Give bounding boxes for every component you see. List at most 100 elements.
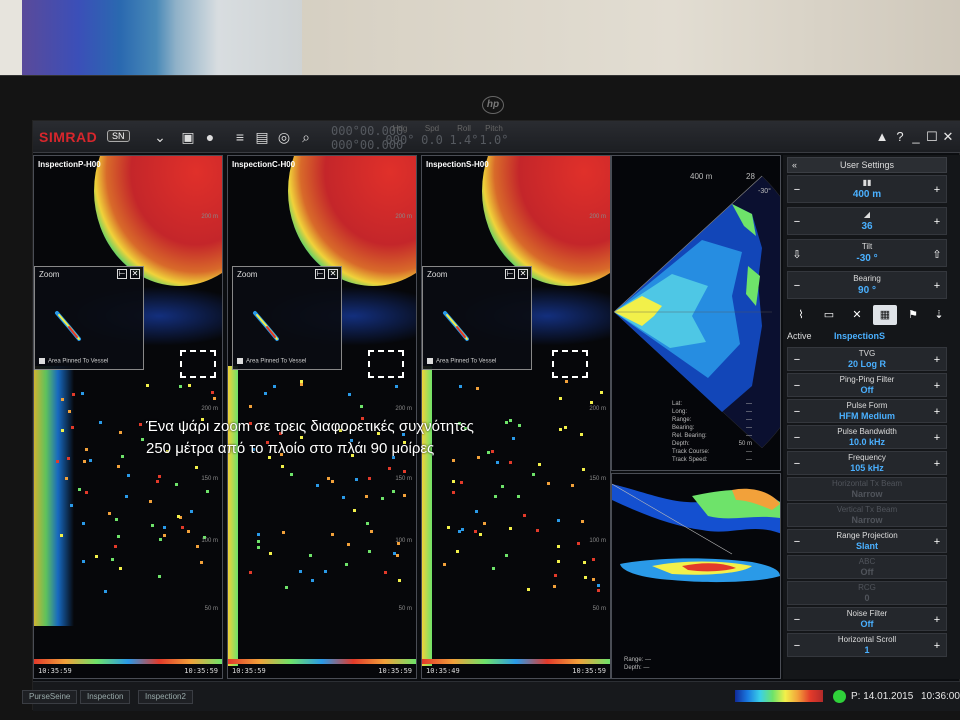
layout-tab-2[interactable]: Inspection	[80, 690, 131, 704]
setting-increase-button[interactable]: +	[930, 380, 944, 392]
area-pinned-label: Area Pinned To Vessel	[436, 359, 497, 365]
echo-speck	[459, 385, 462, 388]
setting-label: Ping-Ping Filter	[839, 375, 895, 384]
screenshot-icon[interactable]: ▣	[179, 128, 197, 146]
tab-layout-icon[interactable]: ▦	[873, 305, 897, 325]
sonar-info-row: Rel. Bearing: —	[672, 432, 752, 440]
top-toolbar: SIMRAD SN ⌄ ▣ ● ≡ ▤ ◎ ⌕ 000°00.000 000°00…	[33, 121, 960, 153]
range-increase-button[interactable]: +	[930, 184, 944, 196]
depth-tick: 200 m	[395, 406, 412, 412]
globe-icon[interactable]: ◎	[275, 128, 293, 146]
echo-speck	[269, 552, 272, 555]
echo-speck	[592, 558, 595, 561]
zoom-selection-box[interactable]	[368, 350, 404, 378]
setting-increase-button[interactable]: +	[930, 354, 944, 366]
echo-speck	[487, 451, 490, 454]
echo-speck	[584, 576, 587, 579]
echo-speck	[501, 485, 504, 488]
setting-increase-button[interactable]: +	[930, 614, 944, 626]
tab-beam-icon[interactable]: ⌇	[789, 305, 813, 325]
layout-tab-3[interactable]: Inspection2	[138, 690, 193, 704]
area-pinned-checkbox[interactable]: Area Pinned To Vessel	[427, 358, 496, 365]
zoom-selection-box[interactable]	[552, 350, 588, 378]
maximize-icon[interactable]: ☐	[925, 129, 939, 145]
echo-speck	[505, 421, 508, 424]
echogram-title: InspectionC-H00	[232, 160, 296, 169]
echo-speck	[582, 468, 585, 471]
info-key: Range:	[624, 657, 644, 663]
sounder-icon[interactable]: ≡	[231, 128, 249, 146]
status-date: P: 14.01.2015	[851, 691, 914, 702]
bearing-increase-button[interactable]: +	[930, 280, 944, 292]
setting-increase-button[interactable]: +	[930, 536, 944, 548]
echo-speck	[392, 490, 395, 493]
user-settings-header[interactable]: « User Settings	[787, 157, 947, 173]
readout-value: 000°	[385, 133, 415, 147]
setting-increase-button[interactable]: +	[930, 406, 944, 418]
sonar-fan-view[interactable]: 400 m 28 -30° Lat: — Long: — Range: — Bearing:…	[611, 155, 781, 471]
zoom-selection-box[interactable]	[180, 350, 216, 378]
zoom-window[interactable]: Zoom ⊢ ✕ Area Pinned To Vessel	[34, 266, 144, 370]
echo-speck	[509, 527, 512, 530]
layout-tab-1[interactable]: PurseSeine	[22, 690, 78, 704]
close-icon[interactable]: ✕	[941, 129, 955, 145]
echo-speck	[581, 520, 584, 523]
echo-speck	[360, 405, 363, 408]
echo-speck	[398, 579, 401, 582]
profile-info-row: Depth: —	[624, 664, 651, 672]
setting-increase-button[interactable]: +	[930, 432, 944, 444]
area-pinned-label: Area Pinned To Vessel	[48, 359, 109, 365]
setting-pulse-bandwidth: − Pulse Bandwidth 10.0 kHz +	[787, 425, 947, 449]
tab-display-icon[interactable]: ▭	[817, 305, 841, 325]
setting-increase-button[interactable]: +	[930, 640, 944, 652]
record-icon[interactable]: ●	[201, 128, 219, 146]
setting-tvg: − TVG 20 Log R +	[787, 347, 947, 371]
active-label: Active	[787, 331, 812, 341]
area-pinned-checkbox[interactable]: Area Pinned To Vessel	[237, 358, 306, 365]
echo-speck	[121, 455, 124, 458]
echo-speck	[188, 384, 191, 387]
search-icon[interactable]: ⌕	[297, 128, 315, 146]
echo-speck	[368, 477, 371, 480]
sonar-info-row: Bearing: —	[672, 424, 752, 432]
area-pinned-checkbox[interactable]: Area Pinned To Vessel	[39, 358, 108, 365]
bottom-echo-band	[422, 659, 610, 664]
setting-label: RCG	[858, 583, 876, 592]
minimize-icon[interactable]: _	[909, 129, 923, 144]
collapse-chevron-icon[interactable]: ⌄	[151, 128, 169, 146]
tab-arrow-icon[interactable]: ⇣	[927, 305, 951, 325]
help-icon[interactable]: ?	[893, 129, 907, 144]
echo-speck	[65, 477, 68, 480]
photo-caption: Ένα ψάρι zoom σε τρεις διαφορετικές συχν…	[146, 416, 474, 460]
echo-speck	[257, 546, 260, 549]
echo-speck	[311, 579, 314, 582]
hp-logo: hp	[482, 96, 504, 114]
echo-speck	[181, 526, 184, 529]
tilt-up-button[interactable]: ⇧	[930, 248, 944, 261]
echo-speck	[95, 555, 98, 558]
echo-speck	[559, 397, 562, 400]
echo-speck	[538, 463, 541, 466]
echo-speck	[273, 385, 276, 388]
back-chevron-icon[interactable]: «	[792, 158, 797, 172]
gain-increase-button[interactable]: +	[930, 216, 944, 228]
echo-speck	[249, 405, 252, 408]
zoom-fish-svg	[253, 311, 279, 341]
echo-speck	[60, 534, 63, 537]
zoom-window[interactable]: Zoom ⊢ ✕ Area Pinned To Vessel	[422, 266, 532, 370]
gain-value: 36	[861, 221, 873, 232]
echo-speck	[115, 518, 118, 521]
tab-flag-icon[interactable]: ⚑	[901, 305, 925, 325]
zoom-window[interactable]: Zoom ⊢ ✕ Area Pinned To Vessel	[232, 266, 342, 370]
info-value: —	[746, 449, 752, 455]
area-pinned-label: Area Pinned To Vessel	[246, 359, 307, 365]
echo-speck	[342, 496, 345, 499]
vertical-profile-view[interactable]: Range: — Depth: —	[611, 473, 781, 679]
echo-speck	[496, 461, 499, 464]
histogram-icon[interactable]: ▤	[253, 128, 271, 146]
setting-increase-button[interactable]: +	[930, 458, 944, 470]
setting-label: Noise Filter	[846, 609, 888, 618]
warning-icon[interactable]: ▲	[875, 129, 889, 144]
tab-tools-icon[interactable]: ✕	[845, 305, 869, 325]
setting-value: Off	[860, 385, 874, 395]
